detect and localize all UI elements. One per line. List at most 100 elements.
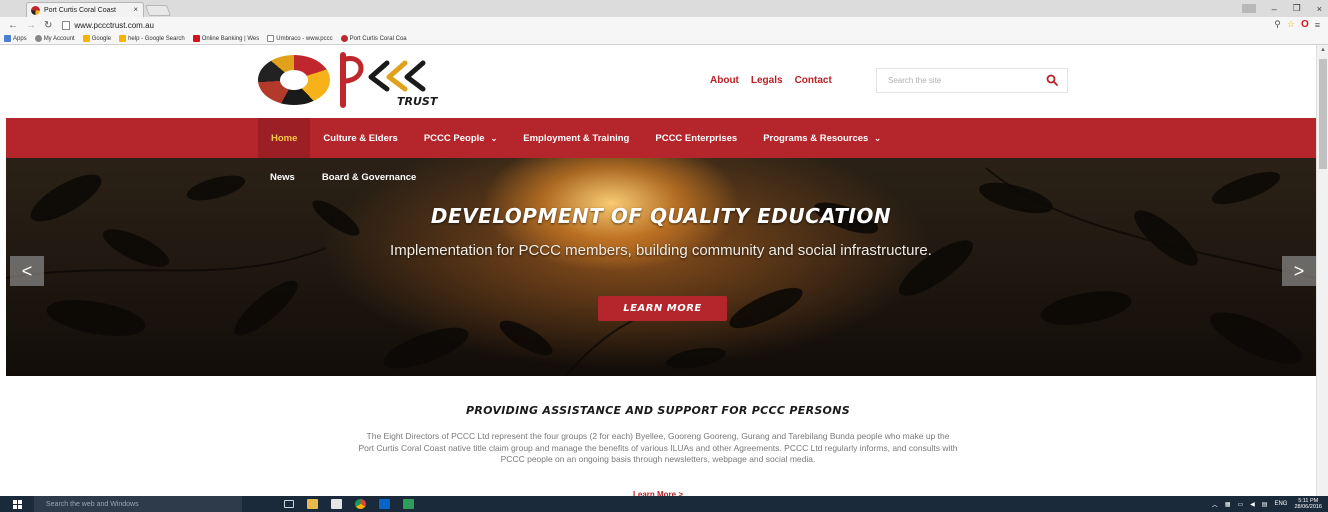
- bookmark-item[interactable]: Port Curtis Coral Coa: [340, 35, 407, 42]
- chevron-down-icon: ⌄: [490, 133, 498, 143]
- window-controls: – ❐ ×: [1241, 0, 1322, 17]
- url-field[interactable]: www.pccctrust.com.au: [62, 20, 154, 30]
- task-view-icon[interactable]: [284, 500, 294, 508]
- clock-date: 28/06/2016: [1294, 504, 1322, 510]
- project-icon[interactable]: [403, 499, 414, 509]
- reload-icon[interactable]: ↻: [44, 20, 52, 31]
- bookmark-label: Umbraco - www.pccc: [276, 35, 333, 42]
- nav-label: Employment & Training: [523, 132, 630, 144]
- header-links: About Legals Contact: [710, 75, 832, 86]
- sub-navigation: News Board & Governance: [270, 172, 416, 183]
- nav-item-pccc-people[interactable]: PCCC People ⌄: [411, 118, 510, 158]
- pccc-trust-logo[interactable]: TRUST: [337, 49, 449, 111]
- opera-extension-icon[interactable]: O: [1301, 19, 1309, 30]
- nav-item-programs-resources[interactable]: Programs & Resources ⌄: [750, 118, 894, 158]
- logo-emblem[interactable]: [258, 55, 330, 105]
- menu-icon[interactable]: ≡: [1315, 20, 1320, 30]
- battery-icon[interactable]: ▭: [1237, 501, 1243, 508]
- slider-next-button[interactable]: >: [1282, 256, 1316, 286]
- site-header: TRUST About Legals Contact: [0, 45, 1316, 118]
- learn-more-button[interactable]: LEARN MORE: [598, 296, 727, 321]
- start-button[interactable]: [0, 496, 34, 512]
- message-icon[interactable]: ▤: [1262, 501, 1268, 508]
- screen: Port Curtis Coral Coast × – ❐ × ← → ↻ ww…: [0, 0, 1328, 512]
- user-profile-icon[interactable]: [1241, 4, 1256, 13]
- outlook-icon[interactable]: [379, 499, 390, 509]
- bookmark-item[interactable]: Online Banking | Wes: [192, 35, 260, 42]
- new-tab-button[interactable]: [144, 5, 172, 16]
- taskbar-apps: [284, 499, 414, 509]
- browser-tab-bar: Port Curtis Coral Coast × – ❐ ×: [0, 0, 1328, 17]
- bookmark-star-icon[interactable]: ☆: [1287, 19, 1295, 30]
- account-icon: [34, 35, 42, 42]
- hero-background-image: [6, 167, 1316, 376]
- site-search: [876, 68, 1068, 93]
- close-window-button[interactable]: ×: [1317, 4, 1322, 14]
- nav-item-pccc-enterprises[interactable]: PCCC Enterprises: [642, 118, 750, 158]
- show-hidden-icons-icon[interactable]: ︿: [1212, 500, 1218, 509]
- tab-close-icon[interactable]: ×: [133, 5, 138, 14]
- page-icon: [267, 35, 275, 42]
- restore-button[interactable]: ❐: [1293, 3, 1301, 14]
- taskbar-search-placeholder: Search the web and Windows: [46, 500, 139, 508]
- hero-slider: News Board & Governance DEVELOPMENT OF Q…: [6, 158, 1316, 376]
- scroll-up-icon[interactable]: ▲: [1320, 47, 1326, 53]
- language-indicator[interactable]: ENG: [1274, 501, 1287, 507]
- nav-item-culture-elders[interactable]: Culture & Elders: [310, 118, 410, 158]
- nav-item-board-governance[interactable]: Board & Governance: [322, 172, 417, 183]
- hero-title: DEVELOPMENT OF QUALITY EDUCATION: [430, 204, 892, 228]
- search-input[interactable]: [877, 69, 1037, 92]
- section-text: The Eight Directors of PCCC Ltd represen…: [358, 431, 958, 464]
- minimize-button[interactable]: –: [1272, 4, 1277, 14]
- bookmark-item[interactable]: Google: [82, 35, 112, 42]
- nav-item-employment-training[interactable]: Employment & Training: [510, 118, 642, 158]
- westpac-icon: [192, 35, 200, 42]
- apps-grid-icon: [4, 35, 11, 42]
- bookmark-label: Online Banking | Wes: [201, 35, 260, 42]
- chevron-down-icon: ⌄: [874, 133, 881, 143]
- network-icon[interactable]: ▦: [1225, 501, 1231, 508]
- hero-subtitle: Implementation for PCCC members, buildin…: [390, 242, 932, 259]
- bookmark-item[interactable]: My Account: [34, 35, 75, 42]
- zoom-icon[interactable]: ⚲: [1274, 19, 1281, 30]
- clock[interactable]: 5:11 PM 28/06/2016: [1294, 498, 1322, 510]
- chevron-right-icon: >: [1293, 260, 1305, 281]
- nav-label: Home: [271, 132, 298, 144]
- nav-label: Programs & Resources: [763, 132, 869, 144]
- legals-link[interactable]: Legals: [751, 75, 783, 86]
- taskbar-search[interactable]: Search the web and Windows: [34, 496, 242, 512]
- main-navigation: Home Culture & Elders PCCC People ⌄ Emplo…: [6, 118, 1316, 158]
- nav-item-home[interactable]: Home: [258, 118, 311, 158]
- bookmark-label: My Account: [43, 35, 75, 42]
- site-favicon-icon: [31, 5, 40, 15]
- page-scrollbar[interactable]: ▲: [1316, 45, 1328, 496]
- google-icon: [82, 35, 90, 42]
- nav-label: PCCC People: [423, 132, 485, 144]
- about-link[interactable]: About: [710, 75, 739, 86]
- browser-tab[interactable]: Port Curtis Coral Coast ×: [26, 2, 144, 17]
- contact-link[interactable]: Contact: [795, 75, 832, 86]
- nav-label: Culture & Elders: [323, 132, 398, 144]
- volume-icon[interactable]: ◀: [1250, 501, 1255, 508]
- store-icon[interactable]: [331, 499, 342, 509]
- address-bar: ← → ↻ www.pccctrust.com.au ⚲ ☆ O ≡: [0, 17, 1328, 33]
- nav-items: Home Culture & Elders PCCC People ⌄ Emplo…: [258, 118, 894, 158]
- nav-item-news[interactable]: News: [270, 172, 295, 183]
- google-icon: [119, 35, 127, 42]
- file-explorer-icon[interactable]: [307, 499, 318, 509]
- page-icon: [62, 20, 71, 30]
- slider-prev-button[interactable]: <: [10, 256, 44, 286]
- scrollbar-thumb[interactable]: [1319, 59, 1327, 169]
- tab-title: Port Curtis Coral Coast: [44, 6, 116, 14]
- taskbar: Search the web and Windows ︿ ▦ ▭ ◀ ▤ ENG…: [0, 496, 1328, 512]
- bookmark-item[interactable]: Umbraco - www.pccc: [267, 35, 333, 42]
- chrome-icon[interactable]: [355, 499, 366, 509]
- bookmark-item[interactable]: Apps: [4, 35, 27, 42]
- bookmark-label: help - Google Search: [128, 35, 185, 42]
- bookmark-label: Google: [91, 35, 112, 42]
- search-icon[interactable]: [1046, 74, 1058, 86]
- forward-arrow-icon[interactable]: →: [26, 20, 36, 31]
- section-title: PROVIDING ASSISTANCE AND SUPPORT FOR PCC…: [466, 404, 850, 417]
- bookmark-item[interactable]: help - Google Search: [119, 35, 185, 42]
- back-arrow-icon[interactable]: ←: [8, 20, 18, 31]
